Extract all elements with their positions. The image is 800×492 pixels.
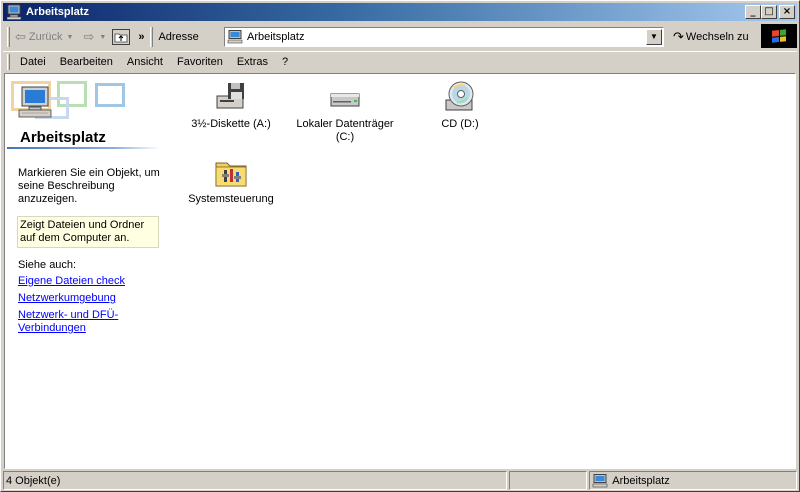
menu-extras[interactable]: Extras — [230, 56, 275, 68]
windows-logo — [761, 24, 797, 48]
status-location: Arbeitsplatz — [612, 474, 670, 487]
address-grip[interactable] — [150, 27, 154, 47]
chevron-down-icon[interactable]: ▼ — [99, 34, 106, 41]
menu-grip[interactable] — [7, 53, 10, 70]
link-eigene-dateien[interactable]: Eigene Dateien check — [18, 275, 158, 288]
toolbar-more-chevron[interactable]: » — [138, 31, 144, 43]
my-computer-icon — [17, 85, 53, 119]
item-control-panel[interactable]: Systemsteuerung — [176, 155, 286, 206]
address-bar[interactable]: Arbeitsplatz ▼ — [224, 27, 664, 47]
minimize-button[interactable]: _ — [745, 5, 761, 19]
see-also-label: Siehe auch: — [18, 259, 77, 271]
title-bar[interactable]: Arbeitsplatz _ □ × — [3, 3, 797, 21]
menu-bar: Datei Bearbeiten Ansicht Favoriten Extra… — [3, 51, 797, 71]
status-count: 4 Objekt(e) — [3, 471, 508, 490]
toolbar: ⇦ Zurück ▼ ⇨ ▼ » Adresse Arbeitsplatz ▼ … — [3, 24, 797, 50]
back-label: Zurück — [28, 31, 63, 43]
link-netzwerk-dfue[interactable]: Netzwerk- und DFÜ-Verbindungen — [18, 309, 158, 335]
cd-drive-icon — [443, 80, 477, 114]
item-cd[interactable]: CD (D:) — [405, 80, 515, 131]
forward-button[interactable]: ⇨ ▼ — [81, 26, 108, 48]
my-computer-icon — [592, 473, 608, 488]
windows-flag-icon — [772, 29, 786, 43]
menu-favoriten[interactable]: Favoriten — [170, 56, 230, 68]
go-arrow-icon: ↷ — [673, 29, 684, 44]
my-computer-icon — [227, 30, 243, 44]
link-netzwerkumgebung[interactable]: Netzwerkumgebung — [18, 292, 158, 305]
address-label: Adresse — [158, 31, 199, 43]
window-title: Arbeitsplatz — [26, 6, 89, 18]
menu-ansicht[interactable]: Ansicht — [120, 56, 170, 68]
control-panel-icon — [214, 155, 248, 189]
up-folder-button[interactable] — [112, 29, 131, 45]
close-button[interactable]: × — [779, 5, 795, 19]
menu-help[interactable]: ? — [275, 56, 295, 68]
my-computer-icon — [6, 4, 22, 20]
floppy-drive-icon — [214, 80, 248, 114]
pane-title: Arbeitsplatz — [20, 129, 106, 146]
item-label: Lokaler Datenträger (C:) — [296, 118, 394, 143]
item-label: Systemsteuerung — [188, 193, 274, 205]
info-pane: Arbeitsplatz Markieren Sie ein Objekt, u… — [5, 74, 165, 468]
back-button[interactable]: ⇦ Zurück ▼ — [13, 26, 75, 48]
hard-drive-icon — [328, 80, 362, 114]
banner-divider — [7, 147, 160, 149]
menu-datei[interactable]: Datei — [13, 56, 53, 68]
explorer-window: Arbeitsplatz _ □ × ⇦ Zurück ▼ ⇨ ▼ » Adre… — [0, 0, 800, 492]
address-dropdown-button[interactable]: ▼ — [646, 29, 662, 45]
menu-bearbeiten[interactable]: Bearbeiten — [53, 56, 120, 68]
forward-arrow-icon: ⇨ — [83, 29, 95, 44]
content-area[interactable]: Arbeitsplatz Markieren Sie ein Objekt, u… — [4, 73, 796, 469]
status-location-pane: Arbeitsplatz — [589, 471, 797, 490]
item-hard-drive[interactable]: Lokaler Datenträger (C:) — [290, 80, 400, 144]
status-empty — [509, 471, 588, 490]
pane-description: Markieren Sie ein Objekt, um seine Besch… — [18, 167, 160, 205]
item-label: CD (D:) — [441, 118, 479, 130]
chevron-down-icon[interactable]: ▼ — [67, 34, 74, 41]
go-button[interactable]: ↷ Wechseln zu — [673, 27, 749, 47]
see-also-links: Eigene Dateien check Netzwerkumgebung Ne… — [18, 275, 158, 339]
item-label: 3½-Diskette (A:) — [191, 118, 271, 130]
address-value: Arbeitsplatz — [247, 31, 305, 43]
back-arrow-icon: ⇦ — [15, 29, 26, 44]
toolbar-grip[interactable] — [7, 27, 10, 47]
pane-banner: Arbeitsplatz — [7, 77, 162, 149]
go-label: Wechseln zu — [685, 31, 749, 43]
up-folder-icon — [114, 33, 128, 43]
pane-info-box: Zeigt Dateien und Ordner auf dem Compute… — [17, 216, 159, 248]
item-floppy[interactable]: 3½-Diskette (A:) — [176, 80, 286, 131]
maximize-button[interactable]: □ — [761, 5, 777, 19]
status-bar: 4 Objekt(e) Arbeitsplatz — [3, 471, 797, 491]
